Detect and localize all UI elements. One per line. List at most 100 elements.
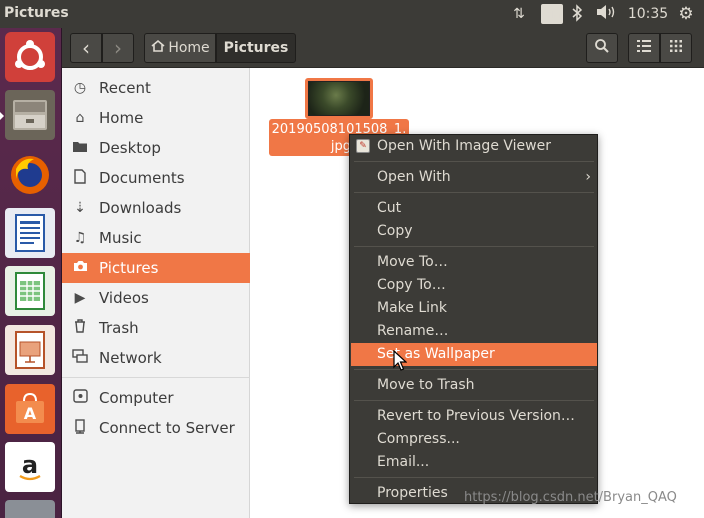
sidebar-item-label: Connect to Server <box>99 419 235 437</box>
sidebar-item-downloads[interactable]: ⇣ Downloads <box>62 193 250 223</box>
search-button[interactable] <box>586 33 618 63</box>
running-indicator <box>0 112 4 120</box>
keyboard-language-indicator[interactable]: En <box>541 4 563 24</box>
music-icon: ♫ <box>73 230 87 246</box>
menu-item-label: Copy To… <box>377 277 446 293</box>
sidebar-item-recent[interactable]: ◷ Recent <box>62 73 250 103</box>
menu-item-make-link[interactable]: Make Link <box>351 297 597 320</box>
sidebar-item-label: Videos <box>99 289 149 307</box>
menu-item-label: Properties <box>377 485 448 501</box>
menu-item-move-to-trash[interactable]: Move to Trash <box>351 374 597 397</box>
network-transfer-icon[interactable]: ⇅ <box>508 4 530 24</box>
sidebar-item-computer[interactable]: Computer <box>62 383 250 413</box>
document-icon <box>71 168 89 188</box>
breadcrumb-current-label: Pictures <box>223 40 289 56</box>
sidebar-item-label: Computer <box>99 389 174 407</box>
trash-icon <box>71 319 89 337</box>
network-icon <box>71 349 89 367</box>
clock-icon: ◷ <box>73 80 87 96</box>
svg-text:A: A <box>24 404 37 423</box>
libreoffice-impress-icon[interactable] <box>5 325 55 375</box>
menu-item-open-with[interactable]: Open With › <box>351 166 597 189</box>
breadcrumb-current[interactable]: Pictures <box>216 33 296 63</box>
libreoffice-calc-icon[interactable] <box>5 266 55 316</box>
search-icon <box>594 38 610 58</box>
sidebar-item-label: Music <box>99 229 142 247</box>
camera-icon <box>71 260 89 276</box>
home-icon <box>150 39 166 57</box>
sidebar-item-videos[interactable]: ▶ Videos <box>62 283 250 313</box>
menu-item-revert-to-previous-version[interactable]: Revert to Previous Version… <box>351 405 597 428</box>
places-sidebar: ◷ Recent ⌂ Home Desktop Documents ⇣ Down… <box>62 68 250 518</box>
gear-icon[interactable]: ⚙ <box>675 4 697 24</box>
forward-button[interactable]: › <box>102 33 134 63</box>
grid-view-icon <box>670 40 682 56</box>
disk-icon <box>71 389 89 407</box>
files-app-icon[interactable] <box>5 90 55 140</box>
menu-item-rename[interactable]: Rename… <box>351 320 597 343</box>
menu-item-label: Copy <box>377 223 413 239</box>
header-bar: ‹ › Home Pictures <box>62 28 704 68</box>
amazon-icon[interactable]: a <box>5 442 55 492</box>
menu-separator <box>354 400 594 401</box>
breadcrumb-home[interactable]: Home <box>144 33 216 63</box>
sidebar-item-label: Home <box>99 109 144 127</box>
svg-text:a: a <box>22 451 38 479</box>
chevron-right-icon: › <box>114 36 122 60</box>
list-view-icon <box>637 40 651 56</box>
menu-item-label: Open With Image Viewer <box>377 138 551 154</box>
menu-item-label: Open With <box>377 169 451 185</box>
sidebar-item-documents[interactable]: Documents <box>62 163 250 193</box>
sidebar-item-music[interactable]: ♫ Music <box>62 223 250 253</box>
menu-separator <box>354 246 594 247</box>
clock[interactable]: 10:35 <box>626 4 670 24</box>
menu-item-email[interactable]: Email... <box>351 451 597 474</box>
home-icon: ⌂ <box>75 110 85 126</box>
top-panel: Pictures ⇅ En 10:35 ⚙ <box>0 0 704 28</box>
menu-item-copy-to[interactable]: Copy To… <box>351 274 597 297</box>
folder-icon <box>71 140 89 157</box>
sidebar-item-trash[interactable]: Trash <box>62 313 250 343</box>
menu-item-compress[interactable]: Compress... <box>351 428 597 451</box>
sidebar-item-connect-to-server[interactable]: Connect to Server <box>62 413 250 443</box>
sidebar-item-label: Pictures <box>99 259 159 277</box>
sidebar-item-pictures[interactable]: Pictures <box>62 253 250 283</box>
menu-separator <box>354 369 594 370</box>
menu-item-move-to[interactable]: Move To… <box>351 251 597 274</box>
menu-separator <box>354 477 594 478</box>
libreoffice-writer-icon[interactable] <box>5 208 55 258</box>
menu-item-label: Cut <box>377 200 402 216</box>
menu-item-label: Rename… <box>377 323 449 339</box>
window-title: Pictures <box>4 5 69 21</box>
image-thumbnail <box>308 81 370 116</box>
list-view-button[interactable] <box>628 33 660 63</box>
menu-item-label: Compress... <box>377 431 460 447</box>
sidebar-item-label: Downloads <box>99 199 182 217</box>
sidebar-item-home[interactable]: ⌂ Home <box>62 103 250 133</box>
volume-icon[interactable] <box>593 4 619 24</box>
back-button[interactable]: ‹ <box>70 33 102 63</box>
sidebar-item-network[interactable]: Network <box>62 343 250 373</box>
watermark: https://blog.csdn.net/Bryan_QAQ <box>464 490 677 505</box>
sidebar-separator <box>62 377 250 378</box>
menu-item-label: Revert to Previous Version… <box>377 408 575 424</box>
ubuntu-software-icon[interactable]: A <box>5 384 55 434</box>
bluetooth-icon[interactable] <box>568 4 586 24</box>
grid-view-button[interactable] <box>660 33 692 63</box>
menu-item-open-with-image-viewer[interactable]: ✎ Open With Image Viewer <box>351 135 597 158</box>
sidebar-item-label: Recent <box>99 79 151 97</box>
firefox-icon[interactable] <box>5 150 55 200</box>
sidebar-item-desktop[interactable]: Desktop <box>62 133 250 163</box>
menu-item-copy[interactable]: Copy <box>351 220 597 243</box>
system-settings-icon[interactable] <box>5 500 55 518</box>
menu-item-label: Email... <box>377 454 430 470</box>
file-thumbnail[interactable] <box>305 78 373 119</box>
mouse-cursor-icon <box>393 350 407 371</box>
menu-item-cut[interactable]: Cut <box>351 197 597 220</box>
dash-ubuntu-icon[interactable] <box>5 32 55 82</box>
menu-separator <box>354 161 594 162</box>
menu-item-set-as-wallpaper[interactable]: Set as Wallpaper <box>351 343 597 366</box>
chevron-right-icon: › <box>585 169 591 185</box>
chevron-left-icon: ‹ <box>82 36 90 60</box>
sidebar-item-label: Network <box>99 349 162 367</box>
